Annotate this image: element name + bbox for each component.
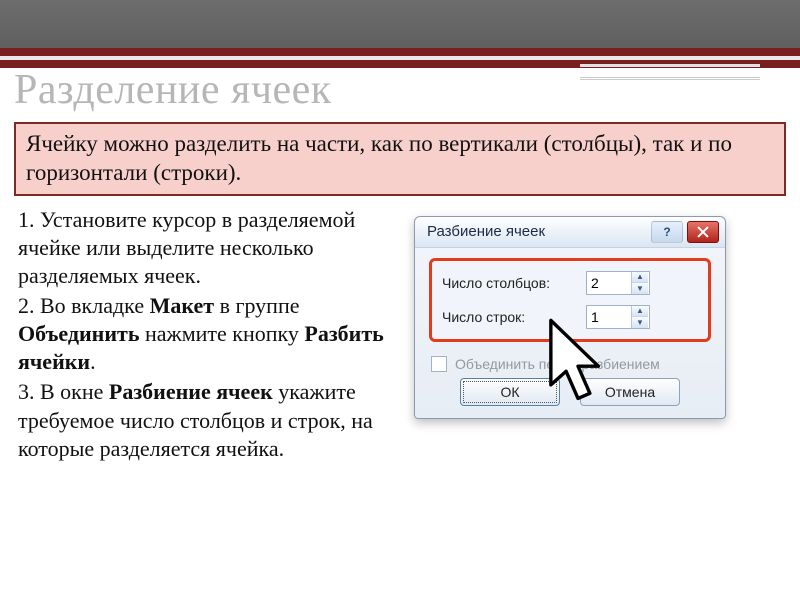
step-3-text: 3. В окне [18,379,109,404]
rows-label: Число строк: [442,309,580,325]
step-1: 1. Установите курсор в разделяемой ячейк… [18,206,388,290]
instruction-steps: 1. Установите курсор в разделяемой ячейк… [0,202,398,465]
ok-button[interactable]: ОК [460,378,560,406]
rows-input[interactable] [587,306,631,328]
split-cells-dialog: Разбиение ячеек ? Число столбцов: ▲ ▼ [414,216,726,419]
step-2: 2. Во вкладке Макет в группе Объединить … [18,292,388,376]
columns-spin-down[interactable]: ▼ [632,283,648,294]
step-2-text4: . [90,349,96,374]
help-icon: ? [663,225,670,239]
step-2-text2: в группе [214,293,299,318]
merge-checkbox-label: Объединить перед разбиением [455,356,660,372]
cancel-button[interactable]: Отмена [580,378,680,406]
dialog-titlebar[interactable]: Разбиение ячеек ? [415,217,725,248]
slide-top-band [0,0,800,60]
help-button[interactable]: ? [651,221,683,243]
step-2-text: 2. Во вкладке [18,293,150,318]
rows-stepper[interactable]: ▲ ▼ [586,305,650,329]
highlighted-fields: Число столбцов: ▲ ▼ Число строк: ▲ ▼ [429,258,711,342]
dialog-title: Разбиение ячеек [427,223,545,240]
columns-label: Число столбцов: [442,275,580,291]
rows-spin-down[interactable]: ▼ [632,317,648,328]
close-icon [697,226,709,238]
merge-before-split-row[interactable]: Объединить перед разбиением [431,356,709,372]
columns-spin-up[interactable]: ▲ [632,272,648,284]
intro-box: Ячейку можно разделить на части, как по … [14,122,786,196]
step-2-tab-name: Макет [150,293,214,318]
merge-checkbox[interactable] [431,356,447,372]
close-button[interactable] [687,221,719,243]
step-2-text3: нажмите кнопку [139,321,304,346]
step-3-window-name: Разбиение ячеек [109,379,273,404]
columns-input[interactable] [587,272,631,294]
rows-spin-up[interactable]: ▲ [632,306,648,318]
decorative-separator [580,64,760,80]
step-2-group-name: Объединить [18,321,139,346]
columns-stepper[interactable]: ▲ ▼ [586,271,650,295]
step-3: 3. В окне Разбиение ячеек укажите требуе… [18,378,388,462]
